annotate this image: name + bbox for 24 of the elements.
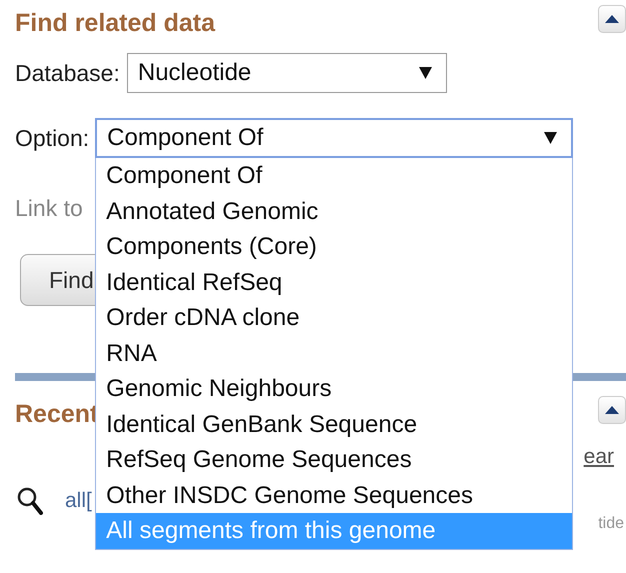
history-database: tide (598, 515, 624, 532)
dropdown-option[interactable]: Component Of (96, 158, 572, 194)
dropdown-option[interactable]: RefSeq Genome Sequences (96, 442, 572, 478)
database-select[interactable]: Nucleotide (126, 53, 447, 93)
link-text: Link to (15, 195, 83, 221)
option-label: Option: (15, 124, 90, 152)
dropdown-option[interactable]: Other INSDC Genome Sequences (96, 478, 572, 513)
option-select[interactable]: Component Of (95, 118, 574, 158)
dropdown-option[interactable]: RNA (96, 336, 572, 371)
history-query-link[interactable]: all[ (65, 489, 92, 513)
collapse-icon (605, 406, 619, 414)
dropdown-arrow-icon (418, 67, 432, 79)
collapse-icon (605, 15, 619, 23)
collapse-button[interactable] (598, 396, 626, 424)
database-label: Database: (15, 60, 120, 86)
dropdown-arrow-icon (544, 132, 558, 144)
dropdown-option[interactable]: Identical GenBank Sequence (96, 406, 572, 442)
search-icon (17, 487, 43, 515)
clear-link[interactable]: ear (584, 445, 614, 468)
collapse-button[interactable] (598, 5, 626, 33)
dropdown-option[interactable]: Annotated Genomic (96, 194, 572, 229)
dropdown-option[interactable]: Genomic Neighbours (96, 371, 572, 406)
section-title: Find related data (15, 8, 216, 38)
section-title: Recent (15, 400, 98, 428)
